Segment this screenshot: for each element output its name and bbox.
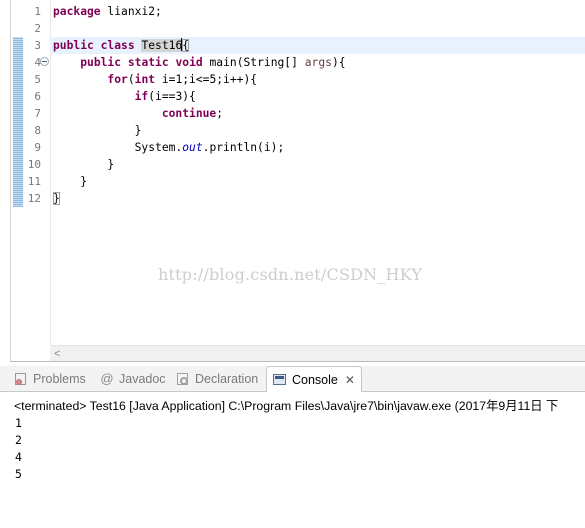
line-number: 1 — [34, 5, 41, 18]
line-number: 3 — [34, 39, 41, 52]
code-token: out — [182, 141, 203, 154]
tab-console-label: Console — [292, 373, 338, 387]
code-line[interactable]: 10 } — [0, 156, 585, 173]
code-text: } — [53, 173, 87, 190]
code-editor[interactable]: 1 package lianxi2; 2 3 public class Test16{4… — [0, 0, 585, 362]
code-line[interactable]: 2 — [0, 20, 585, 37]
fold-collapse-icon[interactable] — [40, 57, 49, 66]
editor-bottom-border — [10, 361, 585, 362]
line-number: 8 — [34, 124, 41, 137]
tab-javadoc[interactable]: @ Javadoc — [100, 366, 166, 392]
line-number: 9 — [34, 141, 41, 154]
code-text: public static void main(String[] args){ — [53, 54, 346, 71]
horizontal-scrollbar[interactable]: < — [50, 345, 585, 361]
code-line[interactable]: 1 package lianxi2; — [0, 3, 585, 20]
tab-javadoc-label: Javadoc — [119, 372, 166, 386]
code-token: ; — [216, 107, 224, 120]
code-token: } — [53, 124, 142, 137]
code-token: continue — [161, 107, 217, 120]
code-line[interactable]: 3 public class Test16{ — [0, 37, 585, 54]
console-view[interactable]: <terminated> Test16 [Java Application] C… — [0, 392, 585, 528]
code-token: } — [53, 158, 115, 171]
code-text: } — [53, 156, 114, 173]
code-token: void — [175, 56, 203, 69]
console-icon — [273, 373, 287, 387]
line-number: 10 — [27, 158, 41, 171]
declaration-icon — [176, 372, 190, 386]
code-token: .println(i); — [202, 141, 285, 154]
code-line[interactable]: 9 System.out.println(i); — [0, 139, 585, 156]
code-text: } — [53, 122, 142, 139]
line-number: 4 — [34, 56, 41, 69]
code-token: static — [127, 56, 169, 69]
console-output-line: 4 — [15, 450, 22, 464]
close-icon[interactable]: ✕ — [345, 373, 355, 387]
code-line[interactable]: 5 for(int i=1;i<=5;i++){ — [0, 71, 585, 88]
code-token: main(String[] — [202, 56, 305, 69]
code-line[interactable]: 8 } — [0, 122, 585, 139]
code-token: int — [134, 73, 156, 86]
code-text: package lianxi2; — [53, 3, 162, 20]
code-line[interactable]: 7 continue; — [0, 105, 585, 122]
tab-problems[interactable]: Problems — [14, 366, 86, 392]
code-text: if(i==3){ — [53, 88, 196, 105]
code-token: System. — [53, 141, 183, 154]
code-token: i=1;i<=5;i++){ — [155, 73, 258, 86]
tab-declaration-label: Declaration — [195, 372, 259, 386]
console-output-line: 2 — [15, 433, 22, 447]
line-number: 11 — [27, 175, 41, 188]
line-number: 12 — [27, 192, 41, 205]
scroll-left-icon[interactable]: < — [54, 347, 60, 361]
tab-console[interactable]: Console ✕ — [266, 366, 362, 393]
code-token: args — [304, 56, 332, 69]
code-token: public — [80, 56, 122, 69]
code-text: for(int i=1;i<=5;i++){ — [53, 71, 257, 88]
code-token: lianxi2; — [100, 5, 162, 18]
line-number: 5 — [34, 73, 41, 86]
code-text: continue; — [53, 105, 223, 122]
code-line[interactable]: 6 if(i==3){ — [0, 88, 585, 105]
console-process-label: <terminated> Test16 [Java Application] C… — [14, 399, 559, 413]
line-number: 6 — [34, 90, 41, 103]
code-token: (i==3){ — [148, 90, 196, 103]
code-token: Test16 — [141, 39, 183, 52]
code-line[interactable]: 4 public static void main(String[] args)… — [0, 54, 585, 71]
code-line[interactable]: 11 } — [0, 173, 585, 190]
console-output-line: 5 — [15, 467, 22, 481]
code-token: ( — [127, 73, 135, 86]
tab-problems-label: Problems — [33, 372, 86, 386]
code-token: class — [100, 39, 135, 52]
views-tab-bar: Problems @ Javadoc Declaration Console ✕ — [0, 366, 585, 393]
code-token: public — [53, 39, 94, 52]
code-token: } — [53, 192, 60, 205]
code-text: System.out.println(i); — [53, 139, 285, 156]
tab-declaration[interactable]: Declaration — [176, 366, 258, 392]
code-text: } — [53, 190, 60, 207]
console-output-line: 1 — [15, 416, 22, 430]
code-token: package — [53, 5, 101, 18]
code-token: { — [182, 39, 190, 52]
code-token: ){ — [331, 56, 346, 69]
code-token: } — [53, 175, 88, 188]
problems-icon — [14, 372, 28, 386]
code-text: public class Test16{ — [53, 37, 190, 54]
line-number: 7 — [34, 107, 41, 120]
code-token: for — [107, 73, 128, 86]
watermark-text: http://blog.csdn.net/CSDN_HKY — [158, 265, 423, 284]
code-token: if — [134, 90, 149, 103]
code-line[interactable]: 12} — [0, 190, 585, 207]
line-number: 2 — [34, 22, 41, 35]
at-icon: @ — [100, 371, 114, 386]
